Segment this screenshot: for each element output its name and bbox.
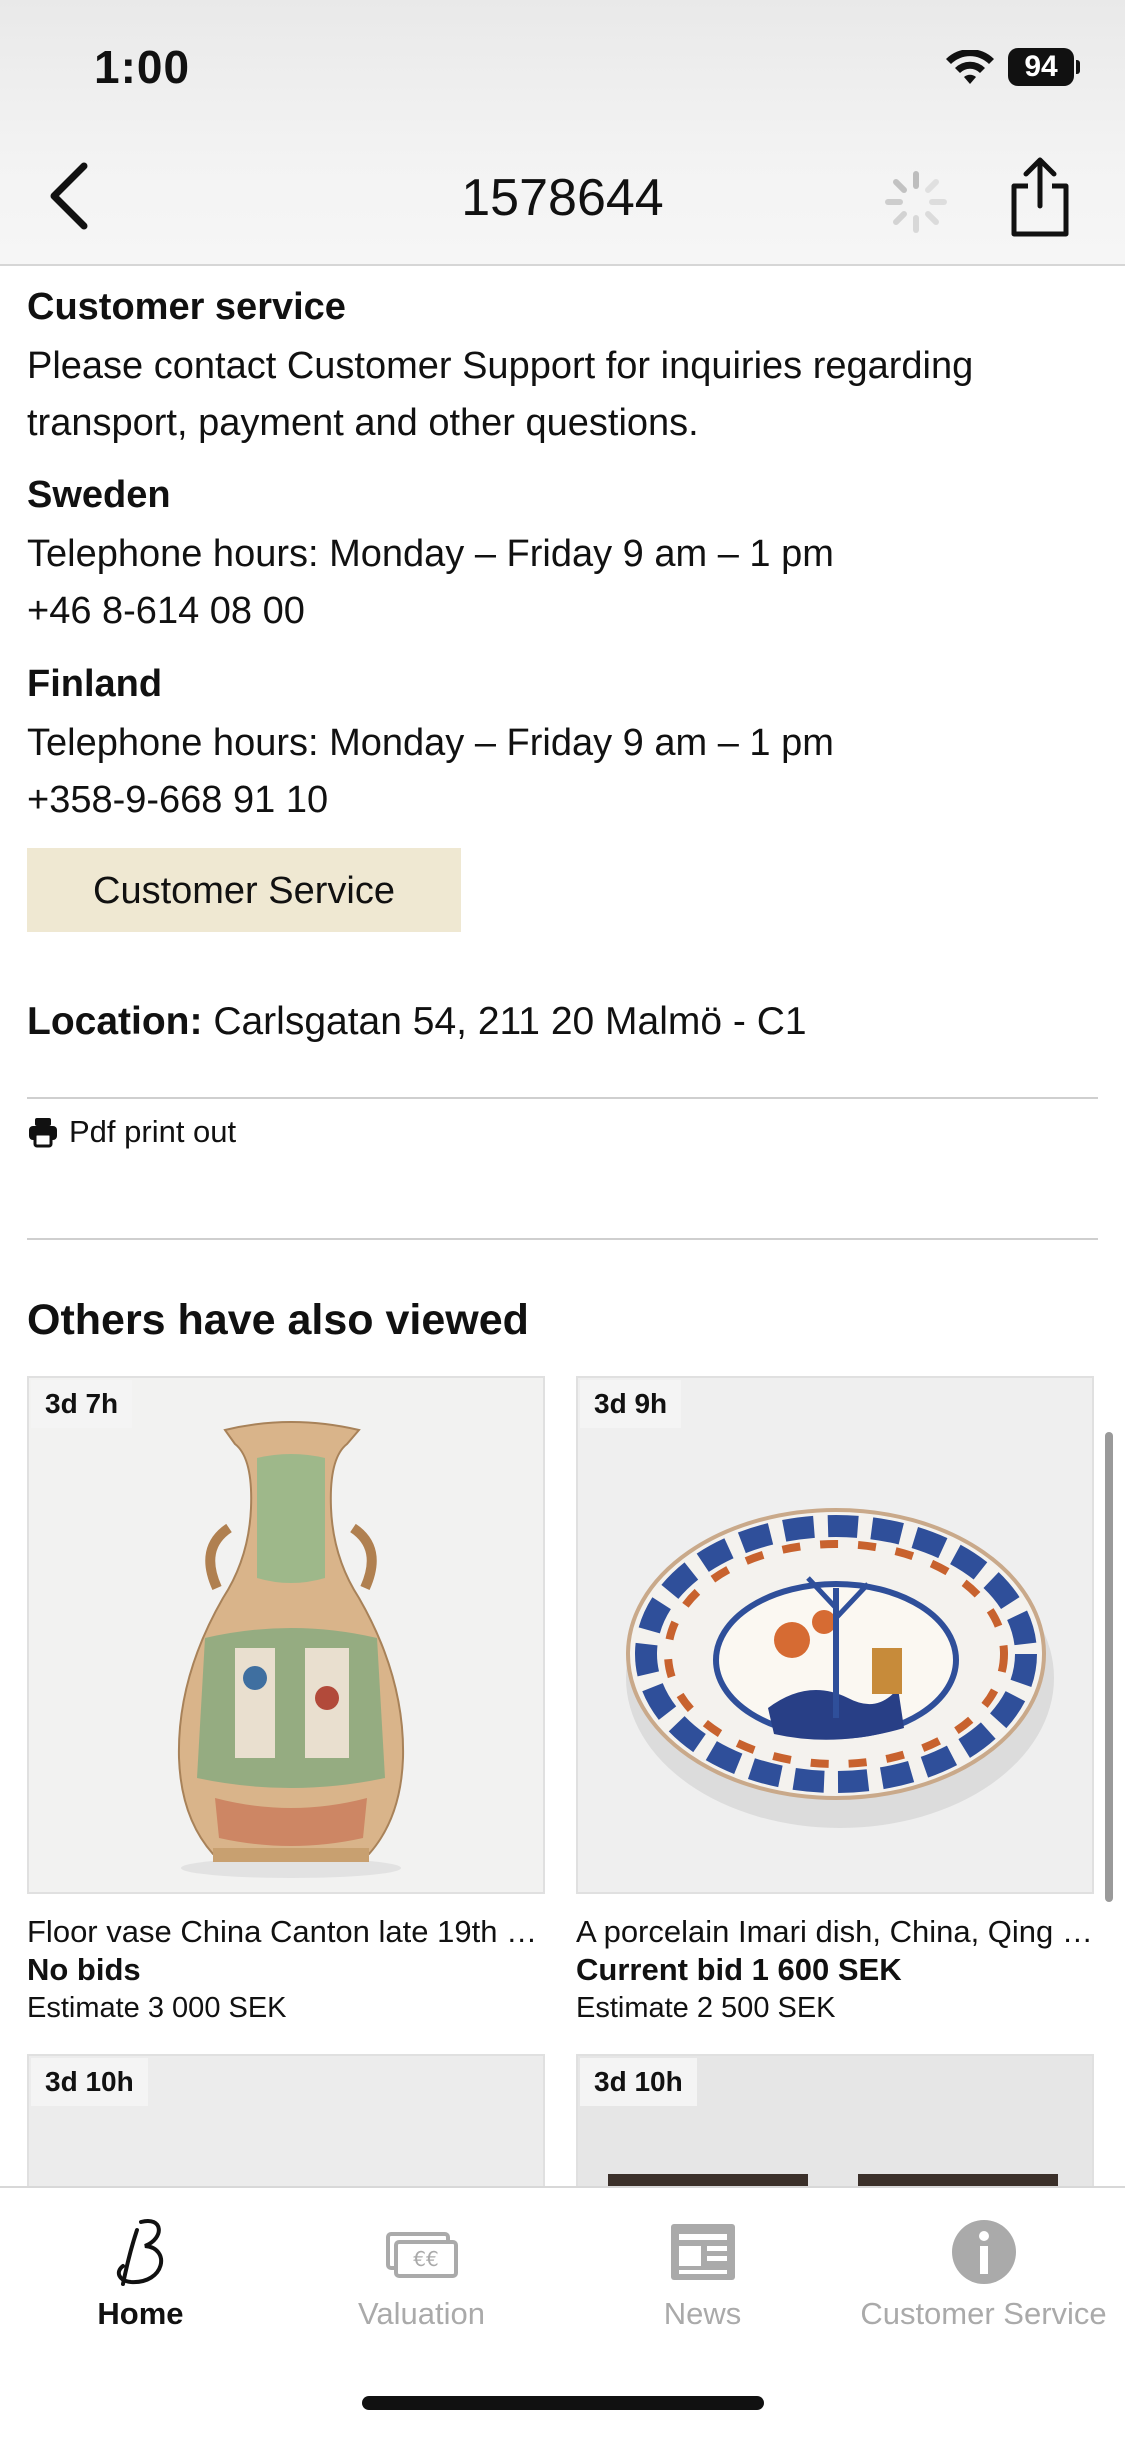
dish-image [578,1378,1092,1892]
pdf-print-link[interactable]: Pdf print out [27,1114,236,1150]
item-card-image[interactable]: 3d 9h [576,1376,1094,1894]
location-label: Location: [27,1000,203,1043]
item-card-image[interactable]: 3d 10h [576,2054,1094,2204]
home-logo-icon [116,2218,163,2286]
finland-hours: Telephone hours: Monday – Friday 9 am – … [27,722,834,764]
item-estimate: Estimate 3 000 SEK [27,1992,287,2024]
sweden-phone[interactable]: +46 8-614 08 00 [27,583,1097,640]
item-estimate: Estimate 2 500 SEK [576,1992,836,2024]
item-card-image[interactable]: 3d 10h [27,2054,545,2204]
item-title[interactable]: Floor vase China Canton late 19th centur… [27,1914,547,1950]
item-card-image[interactable]: 3d 7h [27,1376,545,1894]
tab-customer-service[interactable]: Customer Service [843,2188,1124,2348]
location-row: Location: Carlsgatan 54, 211 20 Malmö - … [27,1000,807,1044]
newspaper-icon [670,2224,735,2280]
finland-heading: Finland [27,663,163,705]
tab-label: Home [97,2296,184,2331]
others-viewed-title: Others have also viewed [27,1296,529,1344]
time-left-badge: 3d 10h [31,2058,148,2106]
tab-label: Customer Service [860,2296,1107,2331]
tab-home[interactable]: Home [0,2188,281,2348]
printer-icon [29,1118,57,1148]
svg-text:€€: €€ [413,2247,438,2271]
time-left-badge: 3d 10h [580,2058,697,2106]
tab-label: Valuation [358,2296,485,2331]
home-indicator[interactable] [362,2396,764,2410]
battery-icon: 94 [1008,48,1074,86]
item-bid-status: No bids [27,1952,141,1987]
tab-valuation[interactable]: €€ Valuation [281,2188,562,2348]
top-bar: 1:00 94 1578644 [0,0,1125,266]
page-title: 1578644 [461,169,664,227]
time-left-badge: 3d 9h [580,1380,682,1428]
item-title[interactable]: A porcelain Imari dish, China, Qing dyna… [576,1914,1096,1950]
divider [27,1238,1098,1240]
scrollbar[interactable] [1105,1432,1113,1902]
pdf-print-label: Pdf print out [69,1114,237,1149]
customer-service-button[interactable]: Customer Service [27,848,461,932]
tab-label: News [663,2296,742,2331]
item-bid-status: Current bid 1 600 SEK [576,1952,902,1987]
location-value: Carlsgatan 54, 211 20 Malmö - C1 [213,1000,807,1043]
wifi-icon [946,50,994,84]
sweden-hours: Telephone hours: Monday – Friday 9 am – … [27,533,834,575]
customer-service-description: Please contact Customer Support for inqu… [27,345,974,444]
tab-news[interactable]: News [562,2188,843,2348]
divider [27,1097,1098,1099]
battery-nub [1076,60,1080,74]
banknotes-icon: €€ [385,2232,458,2278]
customer-service-heading: Customer service [27,286,346,328]
time-left-badge: 3d 7h [31,1380,133,1428]
sweden-heading: Sweden [27,474,171,516]
loading-spinner-icon [885,171,947,233]
status-time: 1:00 [94,41,191,93]
info-icon [951,2220,1016,2284]
vase-image [29,1378,543,1892]
share-button[interactable] [1006,156,1074,238]
finland-phone[interactable]: +358-9-668 91 10 [27,772,1097,829]
